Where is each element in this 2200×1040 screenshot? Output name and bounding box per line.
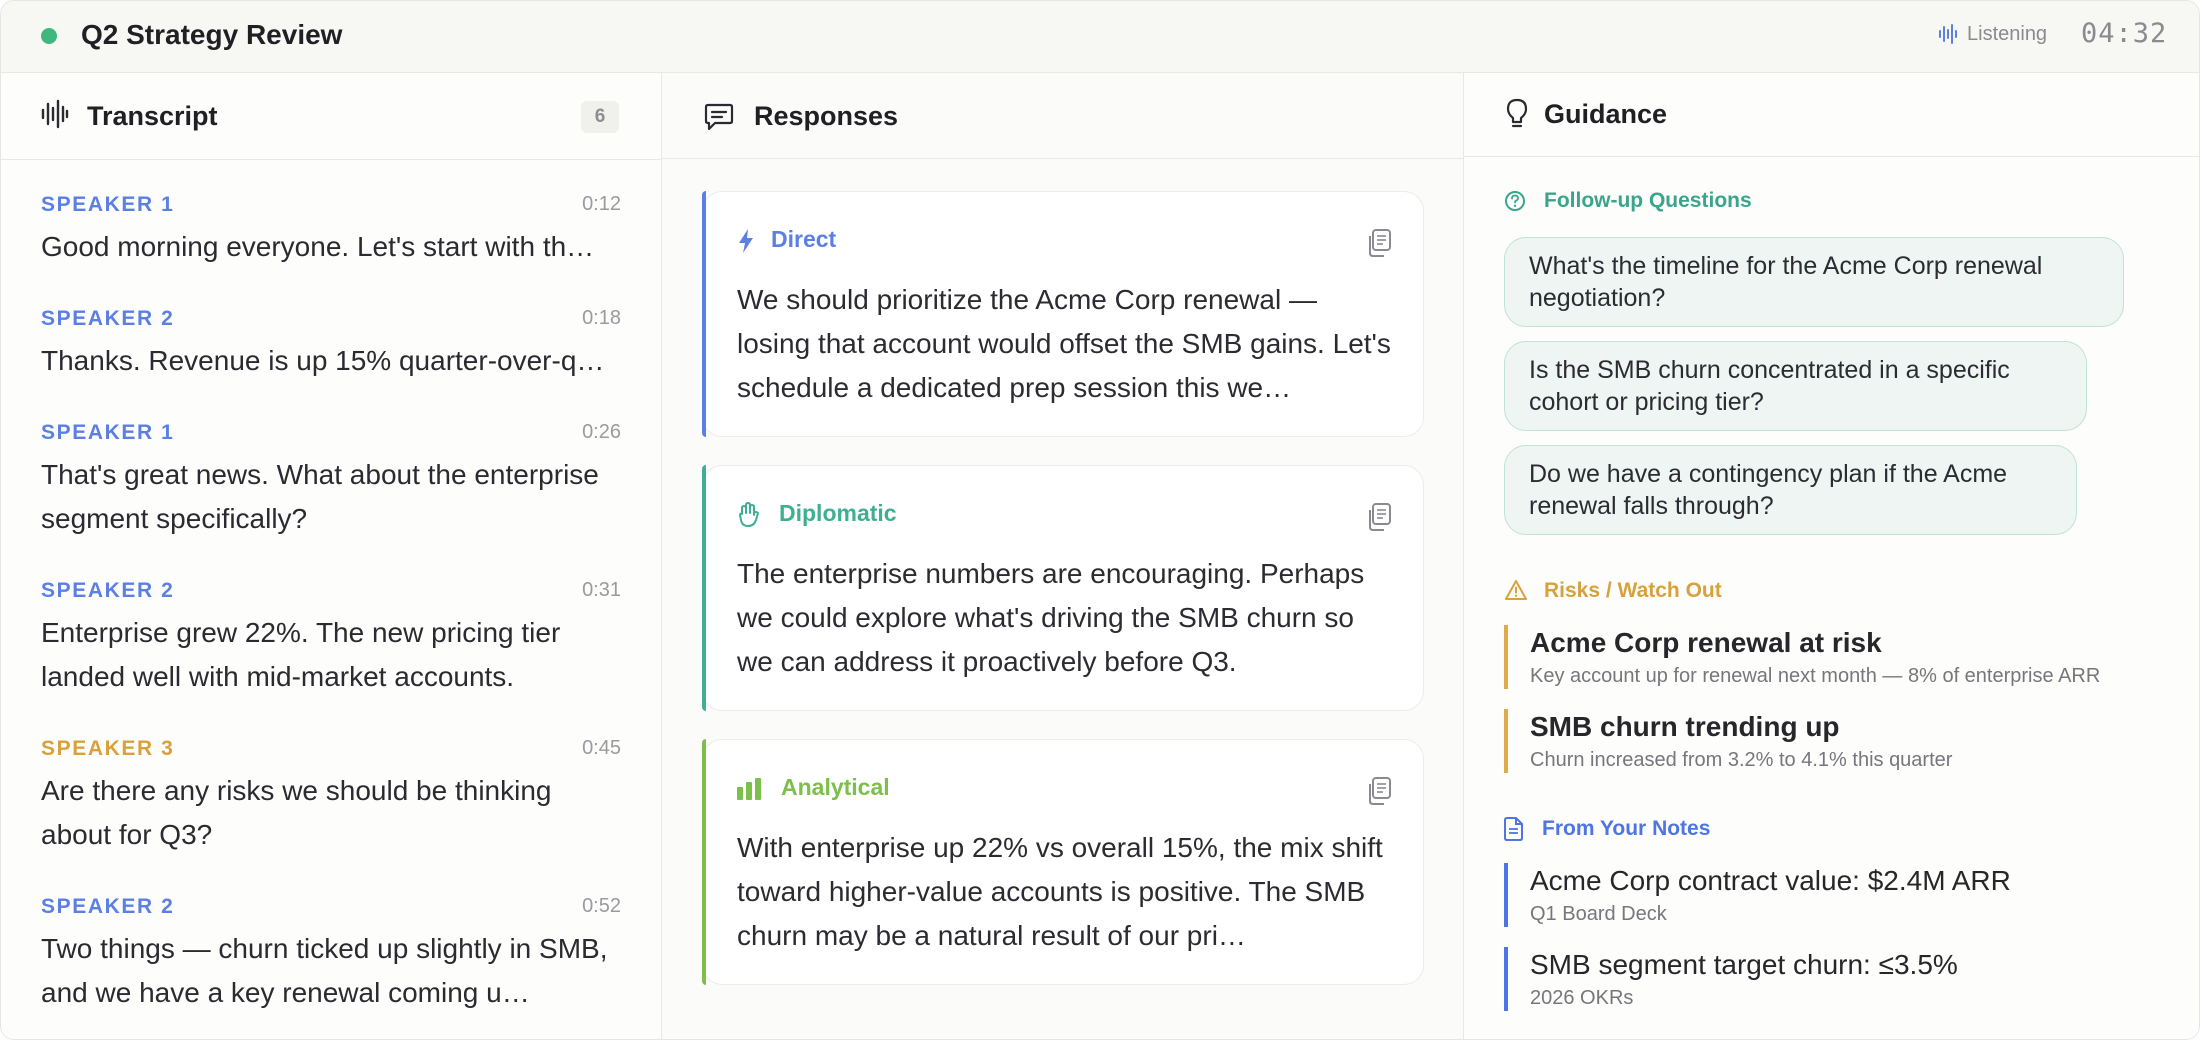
entry-text: Good morning everyone. Let's start with … <box>41 231 595 262</box>
note-source: Q1 Board Deck <box>1530 903 1667 925</box>
entry-text: Are there any risks we should be thinkin… <box>41 775 552 850</box>
response-card-analytical[interactable]: Analytical With enterprise up 22% vs ove… <box>702 739 1424 985</box>
live-indicator-dot <box>41 28 57 44</box>
risk-title: Acme Corp renewal at risk <box>1530 627 1882 658</box>
waveform-icon <box>41 99 69 129</box>
copy-icon[interactable] <box>1365 228 1393 258</box>
warning-triangle-icon <box>1505 580 1527 600</box>
speaker-label: SPEAKER 3 <box>41 737 175 760</box>
risk-detail: Key account up for renewal next month — … <box>1530 665 2101 687</box>
risk-item: SMB churn trending up Churn increased fr… <box>1504 709 2164 773</box>
response-style-label: Analytical <box>781 774 890 800</box>
note-item[interactable]: SMB segment target churn: ≤3.5% 2026 OKR… <box>1504 947 2164 1011</box>
entry-timestamp: 0:31 <box>582 579 621 601</box>
risk-title: SMB churn trending up <box>1530 711 1840 742</box>
chat-bubble-icon <box>704 103 734 131</box>
transcript-count-badge: 6 <box>581 101 619 133</box>
transcript-header: Transcript 6 <box>1 73 661 160</box>
bar-chart-icon <box>737 778 761 800</box>
transcript-entry[interactable]: SPEAKER 1 0:26 That's great news. What a… <box>41 421 621 541</box>
risk-item: Acme Corp renewal at risk Key account up… <box>1504 625 2164 689</box>
entry-timestamp: 0:26 <box>582 421 621 443</box>
response-card-direct[interactable]: Direct We should prioritize the Acme Cor… <box>702 191 1424 437</box>
responses-title: Responses <box>754 101 899 131</box>
note-title: SMB segment target churn: ≤3.5% <box>1530 949 1958 980</box>
note-item[interactable]: Acme Corp contract value: $2.4M ARR Q1 B… <box>1504 863 2164 927</box>
speaker-label: SPEAKER 2 <box>41 579 175 602</box>
copy-icon[interactable] <box>1365 776 1393 806</box>
meeting-title: Q2 Strategy Review <box>81 19 343 50</box>
guidance-title: Guidance <box>1544 99 1668 129</box>
top-bar: Q2 Strategy Review Listening 04:32 <box>1 1 2199 73</box>
guidance-header: Guidance <box>1464 73 2199 157</box>
response-card-diplomatic[interactable]: Diplomatic The enterprise numbers are en… <box>702 465 1424 711</box>
transcript-entry[interactable]: SPEAKER 2 0:52 Two things — churn ticked… <box>41 895 621 1015</box>
meeting-assistant-window: Q2 Strategy Review Listening 04:32 Trans… <box>0 0 2200 1040</box>
section-label: Follow-up Questions <box>1544 189 1752 212</box>
response-text: We should prioritize the Acme Corp renew… <box>737 284 1391 403</box>
risk-detail: Churn increased from 3.2% to 4.1% this q… <box>1530 749 1953 771</box>
card-accent-bar <box>702 739 706 985</box>
lightning-icon <box>739 229 753 253</box>
hands-icon <box>739 502 759 527</box>
transcript-entry[interactable]: SPEAKER 2 0:18 Thanks. Revenue is up 15%… <box>41 307 621 383</box>
listening-waveform-icon <box>1939 24 1957 44</box>
entry-timestamp: 0:52 <box>582 895 621 917</box>
copy-icon[interactable] <box>1365 502 1393 532</box>
response-text: With enterprise up 22% vs overall 15%, t… <box>737 832 1383 951</box>
listening-status: Listening <box>1967 23 2048 45</box>
response-text: The enterprise numbers are encouraging. … <box>737 558 1365 677</box>
card-accent-bar <box>702 191 706 437</box>
entry-timestamp: 0:12 <box>582 193 621 215</box>
transcript-title: Transcript <box>87 101 218 131</box>
guidance-panel: Guidance Follow-up Questions What's the … <box>1464 73 2199 1039</box>
note-source: 2026 OKRs <box>1530 987 1634 1009</box>
responses-panel: Responses Direct We should prioritize th… <box>662 73 1464 1039</box>
document-icon <box>1504 817 1523 841</box>
response-style-label: Diplomatic <box>779 500 897 526</box>
speaker-label: SPEAKER 2 <box>41 307 175 330</box>
transcript-entry[interactable]: SPEAKER 3 0:45 Are there any risks we sh… <box>41 737 621 857</box>
responses-header: Responses <box>662 73 1463 159</box>
section-label: From Your Notes <box>1542 817 1711 840</box>
speaker-label: SPEAKER 1 <box>41 421 175 444</box>
transcript-panel: Transcript 6 SPEAKER 1 0:12 Good morning… <box>1 73 662 1039</box>
section-label: Risks / Watch Out <box>1544 579 1722 602</box>
meeting-timer: 04:32 <box>2081 18 2168 49</box>
followup-question-chip[interactable]: Do we have a contingency plan if the Acm… <box>1504 445 2077 535</box>
response-style-label: Direct <box>771 226 837 252</box>
lightbulb-icon <box>1506 98 1528 128</box>
note-title: Acme Corp contract value: $2.4M ARR <box>1530 865 2011 896</box>
followup-question-chip[interactable]: Is the SMB churn concentrated in a speci… <box>1504 341 2087 431</box>
entry-text: Enterprise grew 22%. The new pricing tie… <box>41 617 561 692</box>
question-circle-icon <box>1505 191 1525 211</box>
entry-timestamp: 0:18 <box>582 307 621 329</box>
entry-text: Thanks. Revenue is up 15% quarter-over-q… <box>41 345 605 376</box>
card-accent-bar <box>702 465 706 711</box>
entry-timestamp: 0:45 <box>582 737 621 759</box>
transcript-entry[interactable]: SPEAKER 2 0:31 Enterprise grew 22%. The … <box>41 579 621 699</box>
entry-text: That's great news. What about the enterp… <box>41 459 599 534</box>
transcript-entry[interactable]: SPEAKER 1 0:12 Good morning everyone. Le… <box>41 193 621 269</box>
speaker-label: SPEAKER 1 <box>41 193 175 216</box>
entry-text: Two things — churn ticked up slightly in… <box>41 933 608 1008</box>
followup-question-chip[interactable]: What's the timeline for the Acme Corp re… <box>1504 237 2124 327</box>
speaker-label: SPEAKER 2 <box>41 895 175 918</box>
